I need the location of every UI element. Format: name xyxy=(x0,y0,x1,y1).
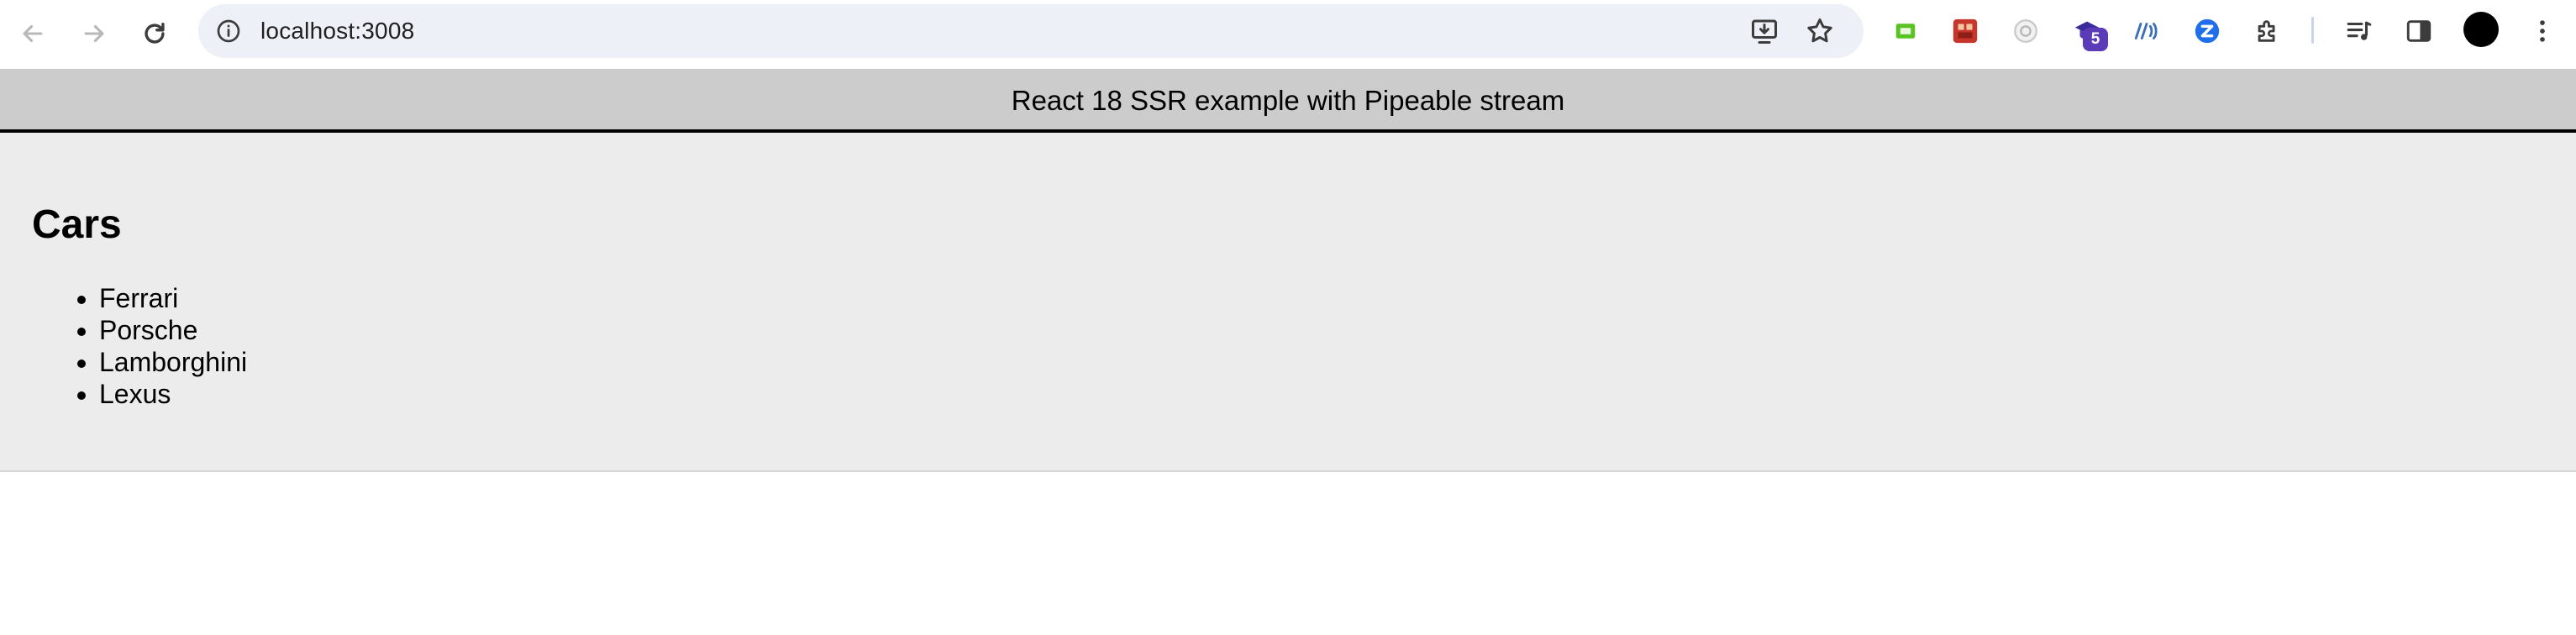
green-extension-icon[interactable] xyxy=(1889,14,1922,48)
puzzle-icon[interactable] xyxy=(2251,14,2284,48)
side-panel-icon[interactable] xyxy=(2402,14,2436,48)
list-item: Lamborghini xyxy=(99,346,247,378)
car-list: Ferrari Porsche Lamborghini Lexus xyxy=(99,282,247,410)
browser-toolbar: localhost:3008 5 xyxy=(0,0,2576,69)
page-content: Cars Ferrari Porsche Lamborghini Lexus xyxy=(0,133,2576,472)
list-item: Ferrari xyxy=(99,282,247,314)
back-button[interactable] xyxy=(10,11,55,56)
install-app-icon[interactable] xyxy=(1748,14,1781,48)
reload-icon xyxy=(145,22,165,44)
gray-extension-icon[interactable] xyxy=(2009,14,2042,48)
list-item: Porsche xyxy=(99,314,247,346)
media-controls-icon[interactable] xyxy=(2342,14,2376,48)
back-arrow-icon xyxy=(23,24,43,43)
page-title: Cars xyxy=(32,202,122,247)
reload-button[interactable] xyxy=(132,11,177,56)
forward-button[interactable] xyxy=(71,11,117,56)
red-extension-icon[interactable] xyxy=(1948,14,1982,48)
toolbar-divider xyxy=(2311,17,2314,44)
page-header: React 18 SSR example with Pipeable strea… xyxy=(0,69,2576,133)
star-icon[interactable] xyxy=(1803,14,1837,48)
wave-extension-icon[interactable] xyxy=(2130,14,2163,48)
extension-badge: 5 xyxy=(2083,28,2108,51)
address-bar[interactable]: localhost:3008 xyxy=(198,4,1864,58)
profile-avatar[interactable] xyxy=(2463,12,2499,47)
list-item: Lexus xyxy=(99,378,247,410)
forward-arrow-icon xyxy=(84,24,104,43)
page-header-text: React 18 SSR example with Pipeable strea… xyxy=(1011,85,1565,116)
site-info-icon[interactable] xyxy=(213,16,244,46)
url-text[interactable]: localhost:3008 xyxy=(260,4,414,58)
kebab-menu-icon[interactable] xyxy=(2526,14,2559,48)
z-extension-icon[interactable] xyxy=(2190,14,2224,48)
